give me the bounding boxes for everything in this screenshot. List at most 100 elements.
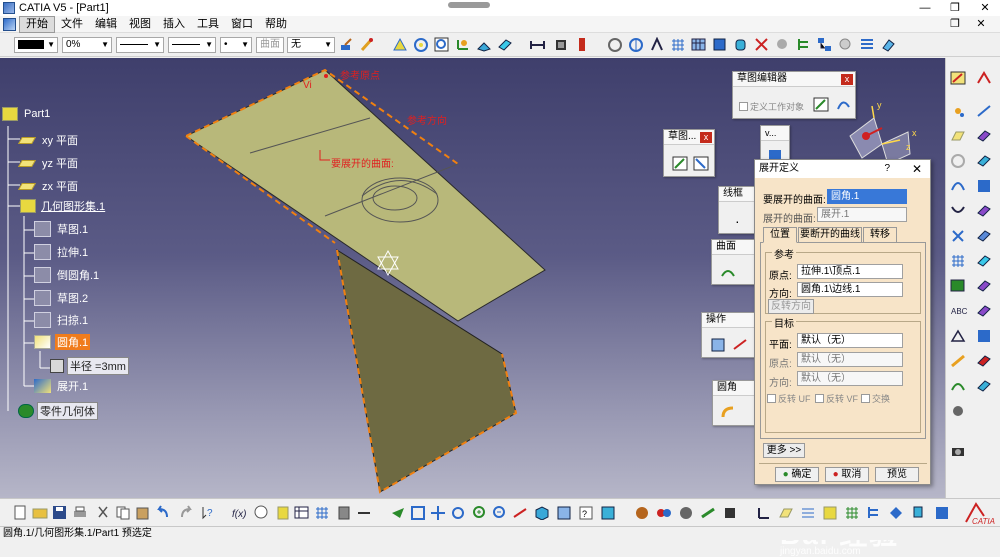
circle-tools-icon[interactable] — [950, 153, 968, 169]
point-tools-icon[interactable] — [950, 103, 968, 119]
swap-space-icon[interactable] — [600, 505, 616, 520]
origin-field[interactable]: 拉伸.1\顶点.1 — [797, 264, 903, 279]
measure-icon[interactable] — [530, 37, 545, 52]
save-icon[interactable] — [52, 505, 68, 520]
surface-icon[interactable] — [497, 37, 512, 52]
menu-edit[interactable]: 编辑 — [89, 17, 123, 32]
doc-close-button[interactable]: ✕ — [968, 16, 994, 32]
table-icon[interactable] — [691, 37, 706, 52]
target-plane-field[interactable]: 默认（无） — [797, 333, 903, 348]
sketch-icon[interactable] — [813, 97, 831, 113]
pattern-icon[interactable] — [950, 253, 968, 269]
split-icon[interactable] — [732, 337, 750, 353]
sort-icon[interactable] — [888, 505, 904, 520]
analysis-icon[interactable] — [950, 353, 968, 369]
transparency-combo[interactable]: 0% ▼ — [62, 37, 112, 53]
reverse-uf-checkbox[interactable]: 反转 UF — [767, 392, 811, 405]
fill-color-combo[interactable]: ▼ — [14, 37, 58, 53]
sketcher-icon[interactable] — [950, 70, 968, 86]
point-type-combo[interactable]: • ▼ — [220, 37, 252, 53]
magnify-view-icon[interactable] — [775, 37, 790, 52]
restore-button[interactable]: ❐ — [940, 0, 970, 16]
properties-icon[interactable] — [359, 37, 374, 52]
eraser-icon[interactable] — [880, 37, 895, 52]
point-icon[interactable]: · — [735, 213, 740, 229]
cylinder-icon[interactable] — [733, 37, 748, 52]
iso-view-icon[interactable] — [534, 505, 550, 520]
join-icon[interactable] — [710, 337, 728, 353]
rotate-icon[interactable] — [450, 505, 466, 520]
cut-icon[interactable] — [95, 505, 111, 520]
redo-icon[interactable] — [178, 505, 194, 520]
plane-system-icon[interactable] — [778, 505, 794, 520]
multi-section-surface-icon[interactable] — [976, 203, 994, 219]
menu-view[interactable]: 视图 — [123, 17, 157, 32]
grid-icon[interactable] — [670, 37, 685, 52]
whats-this-icon[interactable]: ? — [200, 505, 216, 520]
normal-view-icon[interactable] — [512, 505, 528, 520]
instantiate-icon[interactable] — [356, 505, 372, 520]
cancel-button[interactable]: ● 取消 — [825, 467, 869, 482]
direction-field[interactable]: 圆角.1\边线.1 — [797, 282, 903, 297]
menu-file[interactable]: 文件 — [55, 17, 89, 32]
helix-icon[interactable] — [950, 203, 968, 219]
curvature-icon[interactable] — [950, 378, 968, 394]
cut-view-icon[interactable] — [754, 37, 769, 52]
reverse-vf-checkbox[interactable]: 反转 VF — [815, 392, 858, 405]
snap-icon[interactable] — [822, 505, 838, 520]
define-work-object-checkbox[interactable]: 定义工作对象 — [739, 100, 804, 113]
comment-icon[interactable] — [253, 505, 269, 520]
knowledge-icon[interactable] — [275, 505, 291, 520]
new-icon[interactable] — [12, 505, 28, 520]
project-icon[interactable] — [434, 37, 449, 52]
inertia-icon[interactable] — [553, 37, 568, 52]
work-on-support-icon[interactable] — [800, 505, 816, 520]
open-icon[interactable] — [32, 505, 48, 520]
hide-show-icon[interactable]: ? — [578, 505, 594, 520]
table-tools-icon[interactable] — [950, 278, 968, 294]
shading-mode-icon[interactable] — [556, 505, 572, 520]
3d-compass[interactable] — [849, 105, 911, 165]
menu-tools[interactable]: 工具 — [191, 17, 225, 32]
mirror-icon[interactable] — [628, 37, 643, 52]
sketch-tools-icon[interactable] — [392, 37, 407, 52]
close-button[interactable]: ✕ — [970, 0, 1000, 16]
connect-checker-icon[interactable] — [976, 353, 994, 369]
menu-window[interactable]: 窗口 — [225, 17, 259, 32]
measure-inertia-icon[interactable] — [722, 505, 738, 520]
compass-icon[interactable] — [649, 37, 664, 52]
more-button[interactable]: 更多 >> — [763, 443, 805, 458]
abc-text-icon[interactable]: ABC — [950, 303, 968, 319]
menu-insert[interactable]: 插入 — [157, 17, 191, 32]
intersection-icon[interactable] — [950, 228, 968, 244]
bom-icon[interactable] — [336, 505, 352, 520]
annotation-icon[interactable] — [950, 328, 968, 344]
dialog-close-button[interactable]: ✕ — [912, 160, 922, 178]
spiral-icon[interactable] — [413, 37, 428, 52]
unfold-tool-icon[interactable] — [976, 328, 994, 344]
measure-item-icon[interactable] — [700, 505, 716, 520]
develop-icon[interactable] — [976, 303, 994, 319]
sketch-toolbar-close-button[interactable]: x — [700, 132, 712, 143]
fit-all-icon[interactable] — [410, 505, 426, 520]
sweep-surface-icon[interactable] — [976, 253, 994, 269]
offset-surface-icon[interactable] — [976, 153, 994, 169]
part-body-icon[interactable] — [712, 37, 727, 52]
doc-restore-button[interactable]: ❐ — [942, 16, 968, 32]
menu-help[interactable]: 帮助 — [259, 17, 293, 32]
line-color-combo[interactable]: ▼ — [116, 37, 164, 53]
part-doc-icon[interactable] — [3, 17, 16, 31]
material-icon[interactable] — [634, 505, 650, 520]
line-tools-icon[interactable] — [976, 103, 994, 119]
paste-icon[interactable] — [135, 505, 151, 520]
copy-icon[interactable] — [115, 505, 131, 520]
extrude-surface-icon[interactable] — [720, 264, 738, 280]
tools-palette-icon[interactable] — [678, 505, 694, 520]
unfolded-surface-field[interactable]: 展开.1 — [817, 207, 907, 222]
camera-icon[interactable] — [950, 443, 968, 459]
draft-analysis-icon[interactable] — [976, 378, 994, 394]
projection-icon[interactable] — [976, 128, 994, 144]
minimize-button[interactable]: — — [910, 0, 940, 16]
target-origin-field[interactable]: 默认（无） — [797, 352, 903, 367]
extrude-icon[interactable] — [476, 37, 491, 52]
